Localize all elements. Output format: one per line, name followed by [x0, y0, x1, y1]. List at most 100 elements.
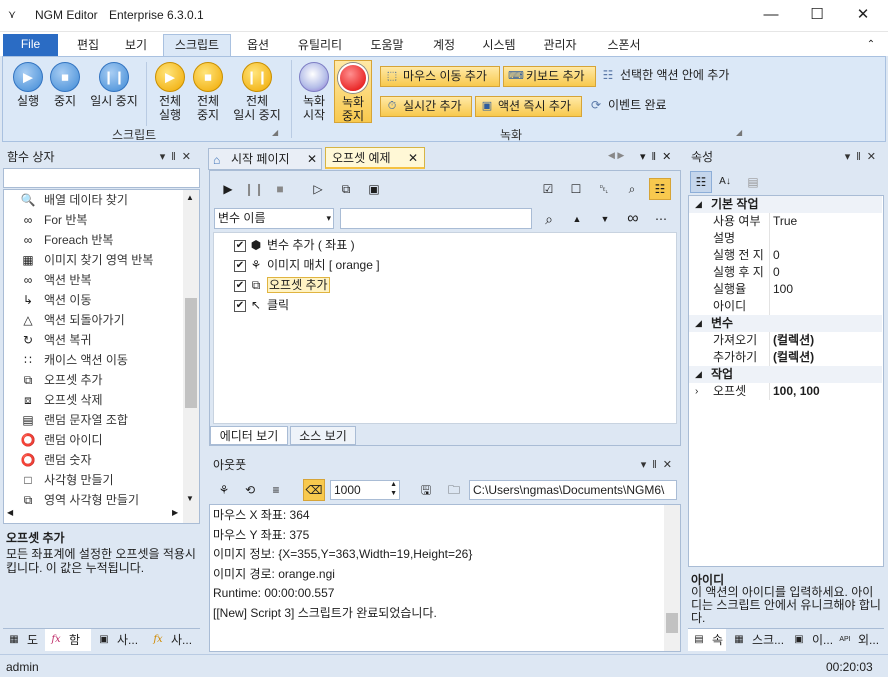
- up-arrow-icon[interactable]: ▲: [566, 208, 588, 230]
- func-list-scrollbar[interactable]: ▲ ▼: [183, 190, 199, 523]
- tab-options[interactable]: 옵션: [236, 35, 280, 56]
- check-all-icon[interactable]: ☑: [537, 178, 559, 200]
- realtime-add-button[interactable]: ⏱ 실시간 추가: [380, 96, 472, 117]
- run-from-icon[interactable]: ⧉: [335, 178, 357, 200]
- mouse-move-add-button[interactable]: ⬚ 마우스 이동 추가: [380, 66, 500, 87]
- tab-offset-example[interactable]: 오프셋 예제 ✕: [325, 147, 425, 169]
- property-pages-icon[interactable]: ▤: [742, 171, 764, 193]
- max-lines-stepper[interactable]: 1000 ▲ ▼: [330, 480, 400, 500]
- script-action-row[interactable]: ✔ ⬢ 변수 추가 ( 좌표 ): [234, 235, 355, 255]
- run-all-button[interactable]: ▶ 전체 실행: [151, 62, 189, 122]
- step-icon[interactable]: ▷: [307, 178, 329, 200]
- prop-value[interactable]: 0: [773, 264, 780, 281]
- tree-view-icon[interactable]: ☷: [649, 178, 671, 200]
- search-icon[interactable]: ⌕: [538, 208, 560, 230]
- script-action-row[interactable]: ✔ ⚘ 이미지 매치 [ orange ]: [234, 255, 380, 275]
- tab-system[interactable]: 시스템: [474, 35, 524, 56]
- eraser-icon[interactable]: ⌫: [303, 479, 325, 501]
- func-list-item[interactable]: ⧉ 오프셋 추가: [24, 370, 179, 390]
- prop-row[interactable]: 가져오기 (컬렉션): [689, 332, 882, 349]
- action-checkbox[interactable]: ✔: [234, 279, 246, 292]
- run-selection-icon[interactable]: ▣: [363, 178, 385, 200]
- action-checkbox[interactable]: ✔: [234, 239, 246, 252]
- tab-sponsor[interactable]: 스폰서: [596, 35, 652, 56]
- func-list-item[interactable]: □ 사각형 만들기: [24, 470, 179, 490]
- prop-value[interactable]: 0: [773, 247, 780, 264]
- page-refresh-icon[interactable]: ⟲: [239, 479, 261, 501]
- scroll-thumb[interactable]: [666, 613, 678, 633]
- maximize-button[interactable]: ☐: [794, 0, 840, 32]
- tab-start-page[interactable]: ⌂ 시작 페이지 ✕: [208, 148, 322, 170]
- list-icon[interactable]: ≡: [265, 479, 287, 501]
- variable-select[interactable]: 변수 이름 ▾: [214, 208, 334, 229]
- script-action-row[interactable]: ✔ ⧉ 오프셋 추가: [234, 275, 330, 295]
- loop-icon[interactable]: ∞: [622, 208, 644, 230]
- collapse-icon[interactable]: ◢: [695, 196, 702, 213]
- keyboard-add-button[interactable]: ⌨ 키보드 추가: [503, 66, 596, 87]
- more-icon[interactable]: ⋯: [650, 208, 672, 230]
- prop-category[interactable]: ◢ 기본 작업: [689, 196, 882, 213]
- group-expand-icon[interactable]: ◢: [272, 128, 278, 137]
- prop-row[interactable]: 실행 후 지 0: [689, 264, 882, 281]
- pause-button[interactable]: ❙❙ 일시 중지: [86, 62, 142, 108]
- tab-user-func[interactable]: fx 사...: [147, 629, 200, 651]
- func-list-item[interactable]: ↻ 액션 복귀: [23, 330, 179, 350]
- tab-scroll-icons[interactable]: ◀ ▶: [608, 150, 624, 161]
- prop-category[interactable]: ◢ 변수: [689, 315, 882, 332]
- scroll-down-icon[interactable]: ▼: [186, 494, 194, 503]
- record-start-button[interactable]: 녹화 시작: [296, 62, 332, 122]
- tab-admin[interactable]: 관리자: [532, 35, 588, 56]
- tab-account[interactable]: 계정: [422, 35, 466, 56]
- prop-category[interactable]: ◢ 작업: [689, 366, 882, 383]
- categorized-icon[interactable]: ☷: [690, 171, 712, 193]
- window-menu-icon[interactable]: ⋎: [8, 8, 16, 21]
- prop-value[interactable]: 100, 100: [773, 383, 820, 400]
- tab-utility[interactable]: 유틸리티: [290, 35, 350, 56]
- prop-row[interactable]: 설명: [689, 230, 882, 247]
- doc-tab-controls[interactable]: ▾‖✕: [640, 150, 677, 163]
- tab-edit[interactable]: 편집: [66, 35, 110, 56]
- tab-editor-view[interactable]: 에디터 보기: [210, 426, 288, 445]
- add-inside-action-button[interactable]: ☷ 선택한 액션 안에 추가: [598, 66, 730, 85]
- group-expand-icon[interactable]: ◢: [736, 128, 742, 137]
- func-list-item[interactable]: ∞ Foreach 반복: [24, 230, 179, 250]
- func-list-item[interactable]: ∞ For 반복: [24, 210, 179, 230]
- record-stop-button[interactable]: 녹화 중지: [334, 60, 372, 123]
- func-list-item[interactable]: ⭕ 랜덤 숫자: [21, 450, 179, 470]
- func-list-item[interactable]: ▤ 랜덤 문자열 조합: [22, 410, 179, 430]
- save-icon[interactable]: 🖫: [415, 479, 437, 501]
- close-button[interactable]: ✕: [840, 0, 886, 32]
- func-list-item[interactable]: ∷ 캐이스 액션 이동: [24, 350, 179, 370]
- prop-row[interactable]: › 오프셋 100, 100: [689, 383, 882, 400]
- script-action-row[interactable]: ✔ ↖ 클릭: [234, 295, 289, 315]
- panel-controls[interactable]: ▾‖✕: [641, 454, 678, 476]
- action-checkbox[interactable]: ✔: [234, 299, 246, 312]
- delete-icon[interactable]: ␡: [593, 178, 615, 200]
- minimize-button[interactable]: —: [748, 0, 794, 32]
- stop-icon[interactable]: ■: [269, 178, 291, 200]
- prop-row[interactable]: 실행 전 지 0: [689, 247, 882, 264]
- scroll-thumb[interactable]: [185, 298, 197, 408]
- func-list-item[interactable]: ⭕ 랜덤 아이디: [21, 430, 179, 450]
- func-list-item[interactable]: ⧉ 영역 사각형 만들기: [24, 490, 179, 510]
- prop-row[interactable]: 아이디: [689, 298, 882, 315]
- tab-functions[interactable]: fx 함: [45, 629, 91, 651]
- func-list-item[interactable]: ∞ 액션 반복: [24, 270, 179, 290]
- scroll-up-icon[interactable]: ▲: [186, 193, 194, 202]
- stop-button[interactable]: ■ 중지: [45, 62, 85, 108]
- close-tab-icon[interactable]: ✕: [307, 149, 317, 170]
- func-list-item[interactable]: 🔍 배열 데이타 찾기: [21, 190, 179, 210]
- pause-icon[interactable]: ❙❙: [243, 178, 265, 200]
- tab-properties[interactable]: ▤ 속: [688, 629, 726, 651]
- panel-controls[interactable]: ▾‖✕: [160, 146, 197, 168]
- scroll-left-icon[interactable]: ◀: [7, 508, 13, 517]
- clean-icon[interactable]: ⚘: [213, 479, 235, 501]
- event-done-button[interactable]: ⟳ 이벤트 완료: [586, 96, 667, 115]
- variable-search-input[interactable]: [340, 208, 532, 229]
- func-list-item[interactable]: △ 액션 되돌아가기: [23, 310, 179, 330]
- tab-script[interactable]: 스크립트: [163, 34, 231, 57]
- tab-user[interactable]: ▣ 사...: [93, 629, 145, 651]
- tab-toolbox[interactable]: ▦ 도: [3, 629, 43, 651]
- run-icon[interactable]: ▶: [217, 178, 239, 200]
- instant-add-button[interactable]: ▣ 액션 즉시 추가: [475, 96, 582, 117]
